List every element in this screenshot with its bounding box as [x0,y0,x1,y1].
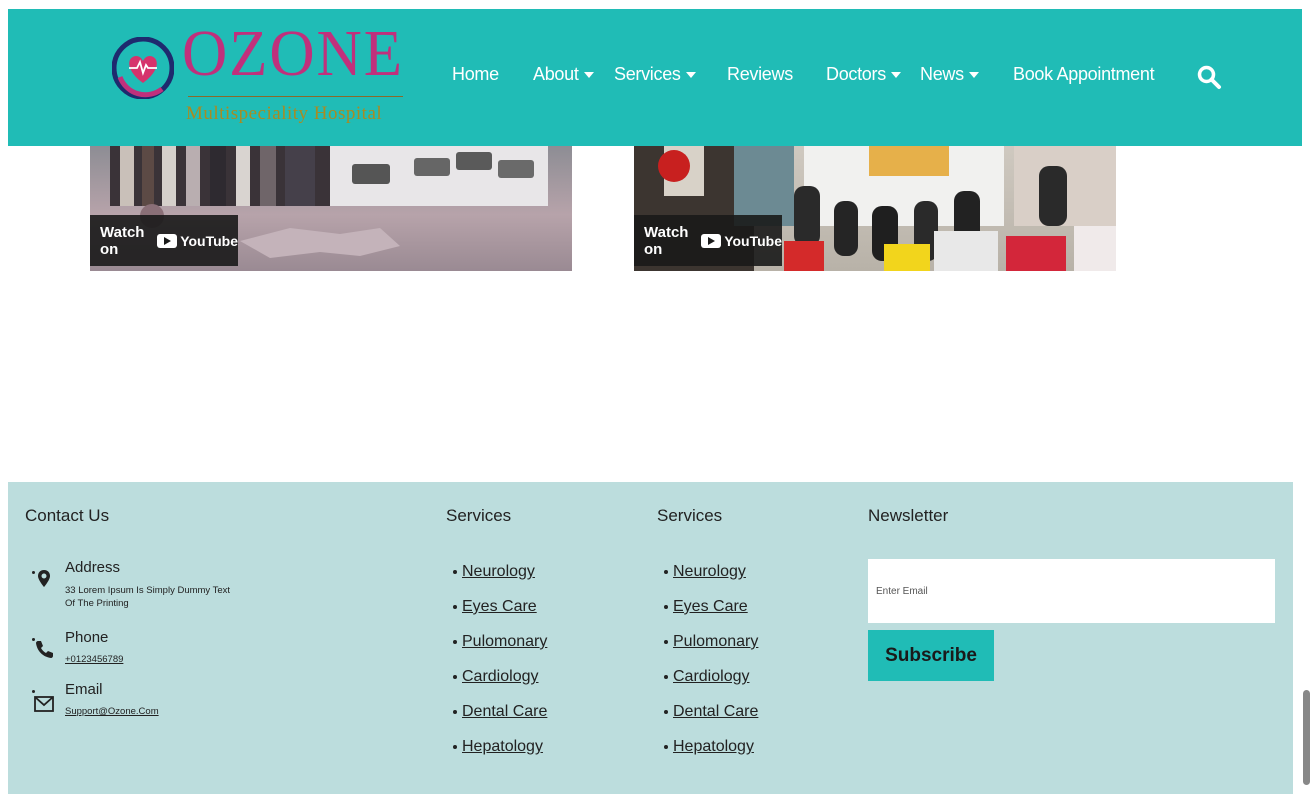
email-link[interactable]: Support@Ozone.Com [65,706,159,717]
bullet [453,709,457,714]
caret-down-icon [890,72,901,79]
brand-tagline: Multispeciality Hospital [186,103,383,124]
service-link-hepatology[interactable]: Hepatology [673,738,754,755]
services-list-1: Neurology Eyes Care Pulomonary Cardiolog… [453,563,547,773]
service-link-pulomonary[interactable]: Pulomonary [673,633,758,650]
nav-about[interactable]: About [533,64,594,85]
nav-book-appointment[interactable]: Book Appointment [1013,64,1155,85]
list-item: Neurology [664,563,758,598]
services-title-1: Services [446,506,512,525]
nav-home-label: Home [452,64,499,84]
bullet [453,744,457,749]
list-item: Hepatology [453,738,547,773]
nav-about-label: About [533,64,579,84]
service-link-eyes-care[interactable]: Eyes Care [673,598,748,615]
subscribe-button[interactable]: Subscribe [868,630,994,681]
services-list-2: Neurology Eyes Care Pulomonary Cardiolog… [664,563,758,773]
nav-services[interactable]: Services [614,64,696,85]
phone-link[interactable]: +0123456789 [65,654,123,665]
site-header: OZONE Multispeciality Hospital Home Abou… [8,9,1302,146]
service-link-pulomonary[interactable]: Pulomonary [462,633,547,650]
caret-down-icon [583,72,594,79]
list-item: Cardiology [664,668,758,703]
bullet [664,604,668,609]
bullet [664,569,668,574]
bullet [453,569,457,574]
video-embed-1[interactable]: Watch on YouTube [90,146,572,271]
bullet [453,604,457,609]
list-item: Neurology [453,563,547,598]
watch-on-youtube-button[interactable]: Watch on YouTube [90,215,238,266]
site-footer: Contact Us Address 33 Lorem Ipsum Is Sim… [8,482,1293,794]
page-scrollbar[interactable] [1303,690,1310,785]
address-value: 33 Lorem Ipsum Is Simply Dummy Text Of T… [65,585,231,609]
watch-on-label: Watch on [100,223,145,258]
phone-label: Phone [65,629,109,646]
nav-news[interactable]: News [920,64,979,85]
mail-icon [34,696,54,712]
nav-book-appointment-label: Book Appointment [1013,64,1155,84]
list-item: Dental Care [453,703,547,738]
services-title-2: Services [657,506,723,525]
list-item: Hepatology [664,738,758,773]
youtube-wordmark: YouTube [724,232,782,249]
list-item: Eyes Care [664,598,758,633]
bullet [664,639,668,644]
nav-services-label: Services [614,64,681,84]
nav-reviews-label: Reviews [727,64,793,84]
nav-news-label: News [920,64,964,84]
caret-down-icon [968,72,979,79]
bullet [664,744,668,749]
nav-doctors-label: Doctors [826,64,886,84]
youtube-logo: YouTube [701,233,782,249]
list-item: Cardiology [453,668,547,703]
youtube-wordmark: YouTube [180,232,238,249]
phone-icon [36,641,53,658]
service-link-dental-care[interactable]: Dental Care [673,703,758,720]
map-pin-icon [38,570,50,587]
service-link-hepatology[interactable]: Hepatology [462,738,543,755]
nav-reviews[interactable]: Reviews [727,64,793,85]
service-link-neurology[interactable]: Neurology [673,563,746,580]
brand-logo[interactable]: OZONE Multispeciality Hospital [108,21,408,137]
video-embed-2[interactable]: Watch on YouTube [634,146,1116,271]
newsletter-title: Newsletter [868,506,949,525]
search-icon[interactable] [1196,64,1222,90]
list-item: Pulomonary [453,633,547,668]
bullet [453,639,457,644]
service-link-eyes-care[interactable]: Eyes Care [462,598,537,615]
youtube-logo: YouTube [157,233,238,249]
address-label: Address [65,559,121,576]
watch-on-label: Watch on [644,223,689,258]
brand-divider [188,96,403,97]
nav-home[interactable]: Home [452,64,499,85]
youtube-play-icon [701,233,722,248]
service-link-neurology[interactable]: Neurology [462,563,535,580]
heart-pulse-icon [112,37,174,99]
service-link-dental-care[interactable]: Dental Care [462,703,547,720]
bullet [664,674,668,679]
brand-name: OZONE [182,17,404,90]
list-item: Eyes Care [453,598,547,633]
email-label: Email [65,681,103,698]
youtube-play-icon [157,233,178,248]
list-item: Pulomonary [664,633,758,668]
nav-doctors[interactable]: Doctors [826,64,901,85]
bullet [664,709,668,714]
bullet [453,674,457,679]
caret-down-icon [685,72,696,79]
watch-on-youtube-button[interactable]: Watch on YouTube [634,215,782,266]
list-item: Dental Care [664,703,758,738]
service-link-cardiology[interactable]: Cardiology [673,668,749,685]
service-link-cardiology[interactable]: Cardiology [462,668,538,685]
newsletter-email-input[interactable] [868,559,1275,623]
contact-title: Contact Us [25,506,110,525]
